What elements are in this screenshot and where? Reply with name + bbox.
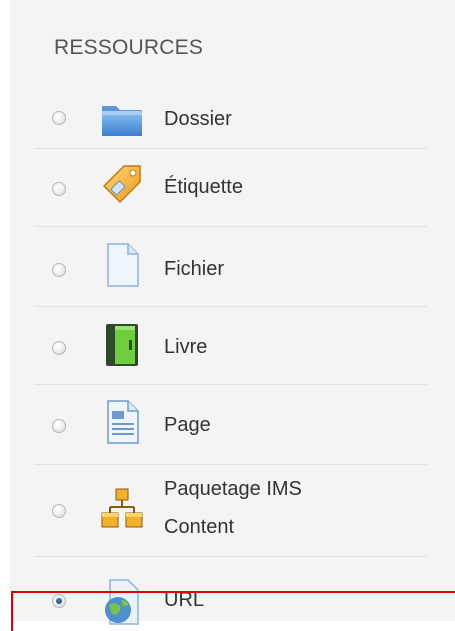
list-item-livre[interactable]: Livre [34, 306, 427, 385]
list-item-url[interactable]: URL [34, 556, 427, 625]
file-icon [98, 240, 146, 288]
radio-livre[interactable] [52, 341, 66, 355]
tag-icon [98, 162, 146, 210]
ims-package-icon [98, 485, 146, 533]
radio-etiquette[interactable] [52, 182, 66, 196]
book-icon [98, 320, 146, 368]
label-etiquette: Étiquette [164, 176, 243, 198]
radio-fichier[interactable] [52, 263, 66, 277]
radio-page[interactable] [52, 419, 66, 433]
label-ims-package-line2: Content [164, 516, 235, 538]
radio-url[interactable] [52, 594, 66, 608]
section-title: RESSOURCES [54, 36, 204, 59]
page-icon [98, 397, 146, 445]
label-fichier: Fichier [164, 258, 225, 280]
label-livre: Livre [164, 336, 208, 358]
label-dossier: Dossier [164, 108, 232, 130]
list-item-etiquette[interactable]: Étiquette [34, 148, 427, 227]
radio-ims-package[interactable] [52, 504, 66, 518]
label-url: URL [164, 589, 205, 611]
list-item-dossier[interactable]: Dossier [34, 92, 427, 149]
url-globe-icon [98, 578, 146, 626]
list-item-fichier[interactable]: Fichier [34, 226, 427, 307]
label-page: Page [164, 414, 211, 436]
list-item-page[interactable]: Page [34, 384, 427, 465]
list-item-ims-package[interactable]: Paquetage IMS Content [34, 464, 427, 557]
folder-icon [98, 96, 146, 144]
label-ims-package-line1: Paquetage IMS [164, 478, 302, 500]
radio-dossier[interactable] [52, 111, 66, 125]
